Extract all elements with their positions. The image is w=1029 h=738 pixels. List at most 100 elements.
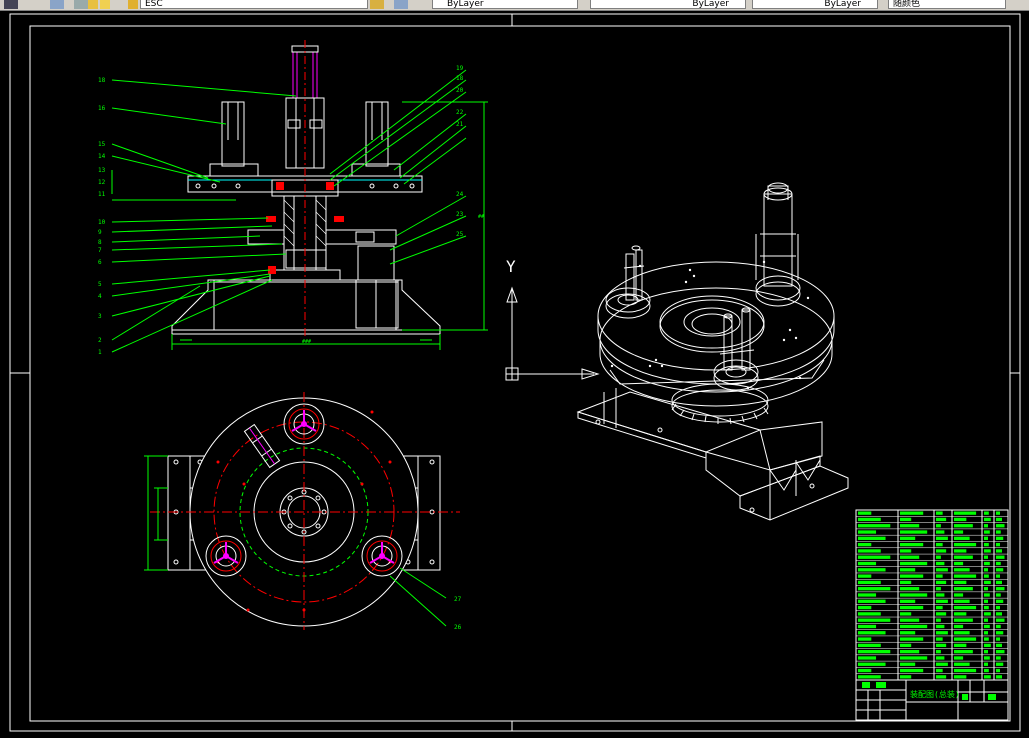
parts-list-cell xyxy=(900,561,928,566)
layer-dropdown[interactable]: ESC xyxy=(140,0,368,9)
parts-list-cell xyxy=(984,637,989,641)
parts-list-cell xyxy=(900,618,920,622)
parts-list-cell xyxy=(984,555,988,559)
parts-list-cell xyxy=(900,536,916,540)
part-label: 2 xyxy=(98,337,102,344)
parts-list-cell xyxy=(954,549,967,553)
parts-list-cell xyxy=(984,561,990,566)
part-label: 10 xyxy=(98,219,106,226)
parts-list-cell xyxy=(954,536,970,540)
parts-list-cell xyxy=(858,524,891,528)
part-label: 23 xyxy=(456,211,464,218)
parts-list-cell xyxy=(954,555,973,559)
callout-label: 26 xyxy=(454,624,462,631)
isometric-view[interactable] xyxy=(576,182,849,521)
parts-list-cell xyxy=(858,561,877,566)
parts-list-cell xyxy=(954,618,973,622)
parts-list-cell xyxy=(936,587,941,591)
part-label: 18 xyxy=(98,77,106,84)
parts-list-cell xyxy=(858,643,881,648)
parts-list-cell xyxy=(954,593,964,597)
parts-list-cell xyxy=(936,536,948,540)
part-label: 4 xyxy=(98,293,102,300)
parts-list-cell xyxy=(984,631,988,635)
make-current-icon[interactable] xyxy=(370,0,384,9)
drawing-svg[interactable]: ### ## 18 16 15 14 13 12 11 10 9 8 7 6 5… xyxy=(0,10,1029,734)
layer-manager-icon[interactable] xyxy=(50,0,64,9)
parts-list-cell xyxy=(936,542,943,547)
parts-list-cell xyxy=(936,593,945,597)
parts-list-cell xyxy=(954,587,973,591)
parts-list-cell xyxy=(954,599,970,603)
parts-list-cell xyxy=(996,675,1002,679)
parts-list-cell xyxy=(996,530,1001,534)
svg-text:###: ### xyxy=(302,339,311,345)
color-dropdown[interactable]: ByLayer xyxy=(432,0,578,9)
parts-list-cell xyxy=(936,612,947,616)
parts-list-cell xyxy=(858,668,872,673)
lock-icon[interactable] xyxy=(128,0,138,9)
plotstyle-dropdown-value: 随颜色 xyxy=(893,0,921,9)
parts-list-cell xyxy=(954,656,964,660)
parts-list-cell xyxy=(900,599,916,603)
parts-list-cell xyxy=(858,568,886,572)
parts-list-cell xyxy=(954,511,977,515)
parts-list-cell xyxy=(984,612,991,616)
parts-list-cell xyxy=(954,530,964,534)
parts-list-cell xyxy=(858,517,881,522)
parts-list-cell xyxy=(954,568,970,572)
parts-list-cell xyxy=(936,637,943,641)
part-label: 1 xyxy=(98,349,102,356)
app-icon[interactable] xyxy=(4,0,18,9)
drawing-canvas[interactable]: ### ## 18 16 15 14 13 12 11 10 9 8 7 6 5… xyxy=(0,10,1029,734)
top-view[interactable]: 27 26 xyxy=(144,392,462,631)
part-label: 12 xyxy=(98,179,106,186)
parts-list-cell xyxy=(996,587,1005,591)
parts-list-cell xyxy=(954,675,967,679)
parts-list-cell xyxy=(900,568,916,572)
parts-list-cell xyxy=(936,643,947,648)
layer-previous-icon[interactable] xyxy=(394,0,408,9)
parts-list-cell xyxy=(984,517,991,522)
parts-list-cell xyxy=(900,650,920,654)
part-label: 13 xyxy=(98,167,106,174)
parts-list-cell xyxy=(900,542,924,547)
parts-list-cell xyxy=(984,662,988,666)
parts-list-cell xyxy=(900,517,912,522)
parts-list-cell xyxy=(954,668,977,673)
parts-list-cell xyxy=(996,637,1000,641)
parts-list-cell xyxy=(996,650,1005,654)
color-dropdown-value: ByLayer xyxy=(447,0,484,9)
part-label: 7 xyxy=(98,247,102,254)
parts-list-cell xyxy=(984,587,988,591)
parts-list-cell xyxy=(996,624,1001,629)
parts-list-cell xyxy=(954,605,977,610)
lineweight-dropdown[interactable]: ByLayer xyxy=(752,0,878,9)
plotstyle-dropdown[interactable]: 随颜色 xyxy=(888,0,1006,9)
parts-list-cell xyxy=(900,643,912,648)
bulb-icon[interactable] xyxy=(88,0,98,9)
parts-list-cell xyxy=(984,618,988,622)
parts-list-cell xyxy=(996,593,1001,597)
parts-list-cell xyxy=(954,650,973,654)
layer-state-icon[interactable] xyxy=(74,0,88,9)
parts-list-cell xyxy=(858,624,877,629)
parts-list-cell xyxy=(996,568,1004,572)
sun-icon[interactable] xyxy=(100,0,110,9)
part-numbers-left: 18 16 15 14 13 12 11 10 9 8 7 6 5 4 3 2 … xyxy=(98,77,106,356)
part-label: 5 xyxy=(98,281,102,288)
parts-list-cell xyxy=(996,643,1002,648)
linetype-dropdown[interactable]: ByLayer xyxy=(590,0,746,9)
parts-list-cell xyxy=(858,656,877,660)
title-block-title: 装配图(总装) xyxy=(910,689,960,699)
part-label: 16 xyxy=(98,105,106,112)
parts-list-cell xyxy=(858,605,872,610)
parts-list-cell xyxy=(936,555,941,559)
parts-list-cell xyxy=(984,574,989,578)
parts-list-cell xyxy=(954,662,970,666)
parts-list-cell xyxy=(996,536,1004,540)
parts-list-cell xyxy=(996,580,1002,585)
title-block[interactable]: 装配图(总装) xyxy=(855,509,1009,721)
parts-list-cell xyxy=(954,574,977,578)
parts-list-cell xyxy=(954,517,967,522)
